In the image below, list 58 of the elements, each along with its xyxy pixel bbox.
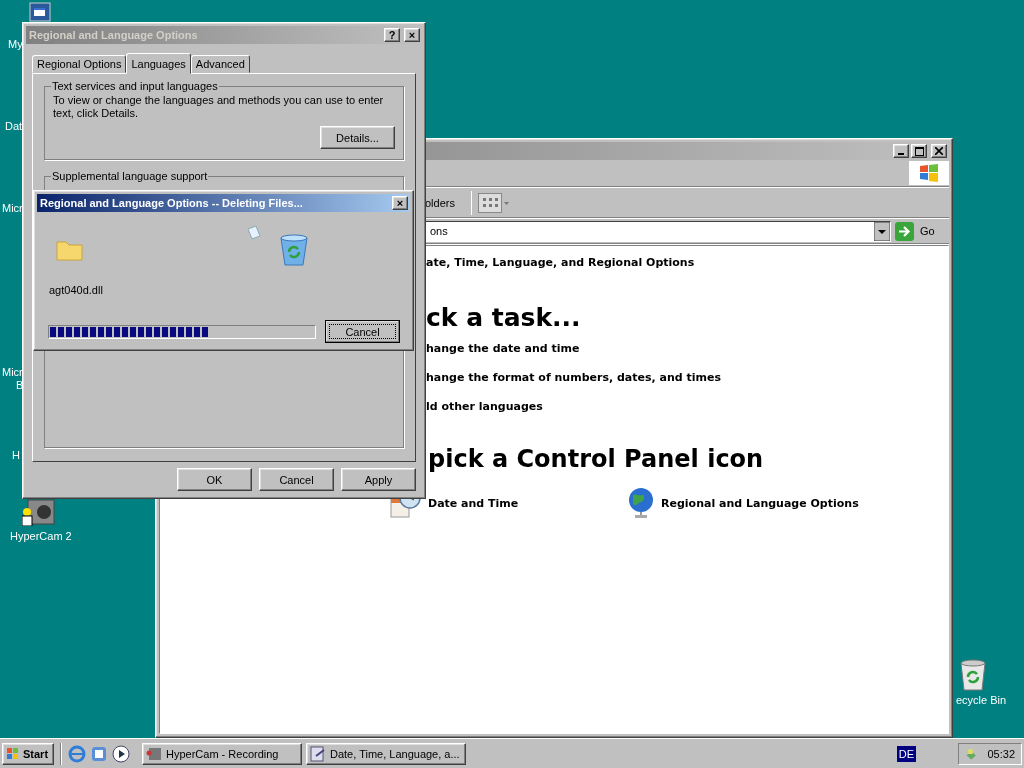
ok-button[interactable]: OK	[177, 468, 252, 491]
windows-logo-icon	[6, 747, 20, 760]
control-panel-link[interactable]: Regional and Language Options	[661, 496, 859, 510]
windows-logo-icon	[909, 161, 949, 185]
recycle-bin-icon[interactable]	[958, 657, 988, 691]
group-legend: Supplemental language support	[51, 170, 209, 182]
category-title: ate, Time, Language, and Regional Options	[426, 256, 695, 269]
maximize-icon	[914, 146, 924, 156]
close-button[interactable]	[931, 144, 947, 158]
folders-button[interactable]: olders	[425, 196, 465, 209]
cancel-button[interactable]: Cancel	[259, 468, 334, 491]
group-legend: Text services and input languages	[51, 80, 219, 92]
close-button[interactable]: ×	[404, 28, 420, 42]
desktop-icon-label: My	[8, 38, 23, 51]
views-icon[interactable]	[478, 192, 510, 213]
control-panel-link[interactable]: Date and Time	[428, 496, 519, 510]
recycle-bin-icon	[279, 234, 309, 266]
task-link[interactable]: ld other languages	[426, 400, 948, 413]
tab[interactable]: Regional Options	[32, 55, 127, 73]
desktop-icon-label: HyperCam 2	[10, 530, 72, 543]
taskbar-button[interactable]: Date, Time, Language, a...	[306, 742, 466, 765]
maximize-button[interactable]	[911, 144, 927, 158]
task-heading: ck a task...	[426, 303, 581, 332]
window-title: Regional and Language Options	[29, 29, 199, 41]
desktop-icon-label: ecycle Bin	[956, 694, 1007, 707]
taskbar-button[interactable]: HyperCam - Recording	[142, 742, 302, 765]
minimize-button[interactable]	[893, 144, 909, 158]
window-icon[interactable]	[29, 2, 51, 22]
desktop-icon-label: Dat	[5, 120, 23, 133]
language-indicator[interactable]: DE	[896, 745, 916, 762]
desktop-icon-label: B	[16, 379, 24, 392]
window-title: Regional and Language Options -- Deleting Files...	[40, 197, 304, 209]
task-link[interactable]: hange the date and time	[426, 342, 948, 355]
tab[interactable]: Advanced	[190, 55, 250, 73]
clock: 05:32	[987, 747, 1015, 760]
help-button[interactable]: ?	[384, 28, 400, 42]
media-player-icon[interactable]	[112, 744, 130, 763]
dropdown-arrow-icon[interactable]	[874, 221, 890, 241]
control-panel-icon	[310, 745, 326, 762]
apply-button[interactable]: Apply	[341, 468, 416, 491]
close-icon	[935, 147, 943, 155]
folder-icon	[56, 238, 84, 262]
desktop-icon-label: Micr	[2, 366, 23, 379]
desktop-icon-label: Micr	[2, 202, 23, 215]
camera-icon[interactable]	[22, 498, 56, 526]
tab[interactable]: Languages	[126, 53, 191, 74]
start-button[interactable]: Start	[2, 742, 54, 765]
task-link[interactable]: hange the format of numbers, dates, and times	[426, 371, 948, 384]
group-description: To view or change the languages and methods you can use to enter text, click Details.	[53, 94, 385, 120]
cancel-button[interactable]: Cancel	[325, 320, 400, 343]
paper-icon	[245, 225, 261, 241]
camera-icon	[146, 745, 162, 762]
icon-heading: pick a Control Panel icon	[428, 445, 764, 473]
desktop-icon-label: H	[12, 449, 20, 462]
details-button[interactable]: Details...	[320, 126, 395, 149]
globe-icon[interactable]	[627, 487, 655, 519]
file-name: agt040d.dll	[49, 284, 104, 296]
close-button[interactable]: ×	[392, 196, 408, 210]
